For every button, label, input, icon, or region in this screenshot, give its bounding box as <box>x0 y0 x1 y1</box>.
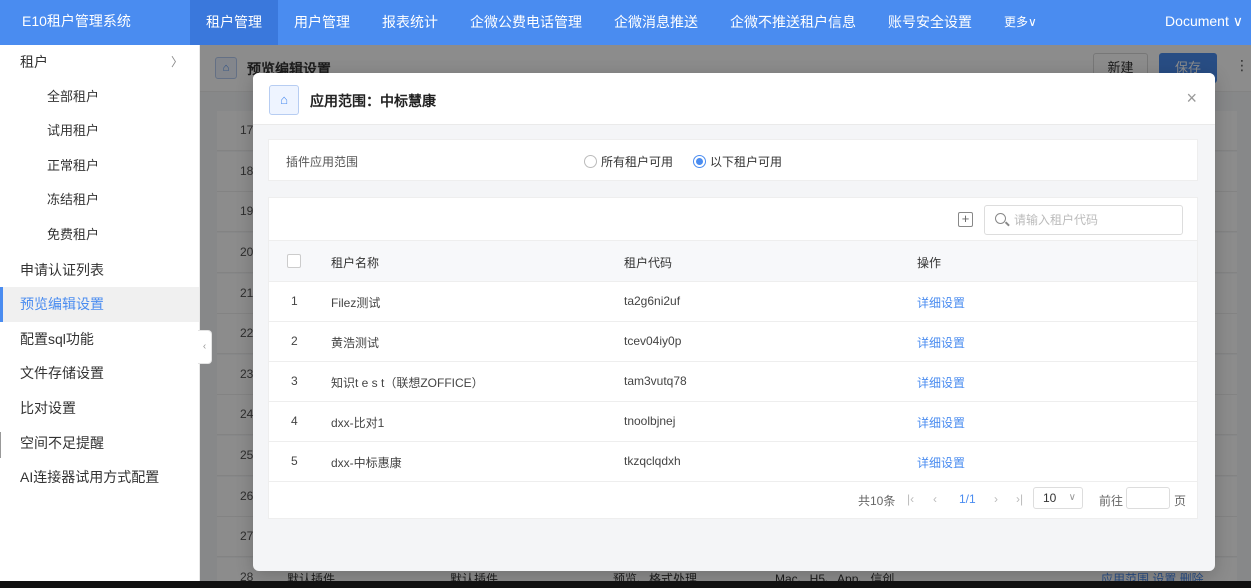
last-page-icon[interactable]: ›| <box>1016 492 1023 506</box>
nav-wecom-message-push[interactable]: 企微消息推送 <box>598 0 714 45</box>
table-row: 3 知识t e s t（联想ZOFFICE） tam3vutq78 详细设置 <box>269 362 1197 402</box>
page-suffix: 页 <box>1174 494 1187 508</box>
edge-marker <box>0 432 3 458</box>
dialog-header: ⌂ 应用范围：中标慧康 × <box>253 73 1215 125</box>
tenant-table-panel: + 租户名称 租户代码 操作 1 Filez测试 ta2g6ni2uf 详细设置… <box>268 197 1198 519</box>
close-icon[interactable]: × <box>1186 88 1197 109</box>
tenant-code: tcev04iy0p <box>624 334 682 348</box>
radio-label: 所有租户可用 <box>601 155 674 169</box>
radio-checked-icon <box>693 155 706 168</box>
tenant-name: 知识t e s t（联想ZOFFICE） <box>331 376 484 390</box>
sidebar-item-compare-settings[interactable]: 比对设置 <box>0 391 199 426</box>
pagination: 共10条 |‹ ‹ 1/1 › ›| 10 ∨ 前往 页 <box>269 482 1197 518</box>
table-row: 5 dxx-中标惠康 tkzqclqdxh 详细设置 <box>269 442 1197 482</box>
sidebar-item-normal-tenants[interactable]: 正常租户 <box>0 149 199 184</box>
detail-settings-link[interactable]: 详细设置 <box>917 454 965 471</box>
table-row: 2 黄浩测试 tcev04iy0p 详细设置 <box>269 322 1197 362</box>
sidebar-item-sql-config[interactable]: 配置sql功能 <box>0 322 199 357</box>
document-menu[interactable]: Document ∨ <box>1165 0 1243 45</box>
search-icon <box>995 213 1006 224</box>
column-header-actions: 操作 <box>917 256 942 270</box>
radio-all-tenants[interactable]: 所有租户可用 <box>584 153 673 170</box>
sidebar-item-preview-edit-settings[interactable]: 预览编辑设置 <box>0 287 199 322</box>
nav-tenant-management[interactable]: 租户管理 <box>190 0 278 45</box>
detail-settings-link[interactable]: 详细设置 <box>917 414 965 431</box>
radio-circle-icon <box>584 155 597 168</box>
sidebar-item-all-tenants[interactable]: 全部租户 <box>0 80 199 115</box>
main-nav: 租户管理 用户管理 报表统计 企微公费电话管理 企微消息推送 企微不推送租户信息… <box>190 0 1053 45</box>
tenant-code: tkzqclqdxh <box>624 454 681 468</box>
detail-settings-link[interactable]: 详细设置 <box>917 294 965 311</box>
tenant-name: Filez测试 <box>331 296 381 310</box>
next-page-icon[interactable]: › <box>994 492 998 506</box>
page-size-value: 10 <box>1043 491 1057 505</box>
row-index: 5 <box>291 454 298 468</box>
home-icon: ⌂ <box>269 85 299 115</box>
search-box <box>984 205 1183 235</box>
tenant-name: dxx-中标惠康 <box>331 456 402 470</box>
nav-wecom-no-push-tenants[interactable]: 企微不推送租户信息 <box>714 0 872 45</box>
dialog-title: 应用范围：中标慧康 <box>310 93 436 109</box>
nav-report-statistics[interactable]: 报表统计 <box>366 0 454 45</box>
sidebar-item-free-tenants[interactable]: 免费租户 <box>0 218 199 253</box>
tenant-code: tnoolbjnej <box>624 414 676 428</box>
tenant-code: ta2g6ni2uf <box>624 294 681 308</box>
radio-listed-tenants[interactable]: 以下租户可用 <box>693 153 782 170</box>
nav-user-management[interactable]: 用户管理 <box>278 0 366 45</box>
row-index: 1 <box>291 294 298 308</box>
nav-wecom-phone-management[interactable]: 企微公费电话管理 <box>454 0 598 45</box>
table-header: 租户名称 租户代码 操作 <box>269 240 1197 282</box>
column-header-tenant-name: 租户名称 <box>331 256 380 270</box>
row-index: 4 <box>291 414 298 428</box>
tenant-code-search-input[interactable] <box>1014 206 1179 234</box>
sidebar: 租户 〉 全部租户 试用租户 正常租户 冻结租户 免费租户 申请认证列表 预览编… <box>0 45 200 588</box>
detail-settings-link[interactable]: 详细设置 <box>917 334 965 351</box>
scope-panel: 插件应用范围 所有租户可用 以下租户可用 <box>268 139 1198 181</box>
goto-page-input[interactable] <box>1126 487 1170 509</box>
prev-page-icon[interactable]: ‹ <box>933 492 937 506</box>
tenant-name: dxx-比对1 <box>331 416 385 430</box>
application-scope-dialog: ⌂ 应用范围：中标慧康 × 插件应用范围 所有租户可用 以下租户可用 + 租户名… <box>253 73 1215 571</box>
sidebar-item-trial-tenants[interactable]: 试用租户 <box>0 114 199 149</box>
radio-label: 以下租户可用 <box>710 155 783 169</box>
detail-settings-link[interactable]: 详细设置 <box>917 374 965 391</box>
top-navigation-bar: E10租户管理系统 租户管理 用户管理 报表统计 企微公费电话管理 企微消息推送… <box>0 0 1251 45</box>
nav-more-menu[interactable]: 更多∨ <box>988 0 1053 45</box>
sidebar-collapse-button[interactable]: ‹ <box>198 330 212 364</box>
scope-label: 插件应用范围 <box>286 155 359 169</box>
app-brand: E10租户管理系统 <box>22 13 131 29</box>
sidebar-item-label: 租户 <box>20 54 48 70</box>
column-header-tenant-code: 租户代码 <box>624 256 673 270</box>
sidebar-item-ai-connector[interactable]: AI连接器试用方式配置 <box>0 460 199 495</box>
select-all-checkbox[interactable] <box>287 254 301 268</box>
window-bottom-edge <box>0 581 1251 588</box>
sidebar-item-certification-list[interactable]: 申请认证列表 <box>0 253 199 288</box>
chevron-right-icon: 〉 <box>170 55 183 69</box>
first-page-icon[interactable]: |‹ <box>907 492 914 506</box>
table-row: 1 Filez测试 ta2g6ni2uf 详细设置 <box>269 282 1197 322</box>
sidebar-item-file-storage[interactable]: 文件存储设置 <box>0 356 199 391</box>
total-count: 共10条 <box>858 494 896 508</box>
sidebar-item-tenants[interactable]: 租户 〉 <box>0 45 199 80</box>
sidebar-item-space-alert[interactable]: 空间不足提醒 <box>0 426 199 461</box>
row-index: 2 <box>291 334 298 348</box>
nav-account-security[interactable]: 账号安全设置 <box>872 0 988 45</box>
page-size-select[interactable]: 10 ∨ <box>1033 487 1083 509</box>
current-page: 1/1 <box>959 492 976 506</box>
tenant-code: tam3vutq78 <box>624 374 687 388</box>
table-row: 4 dxx-比对1 tnoolbjnej 详细设置 <box>269 402 1197 442</box>
chevron-down-icon: ∨ <box>1068 492 1076 503</box>
sidebar-item-frozen-tenants[interactable]: 冻结租户 <box>0 183 199 218</box>
add-icon[interactable]: + <box>958 212 973 227</box>
row-index: 3 <box>291 374 298 388</box>
tenant-name: 黄浩测试 <box>331 336 380 350</box>
goto-label: 前往 <box>1099 494 1124 508</box>
